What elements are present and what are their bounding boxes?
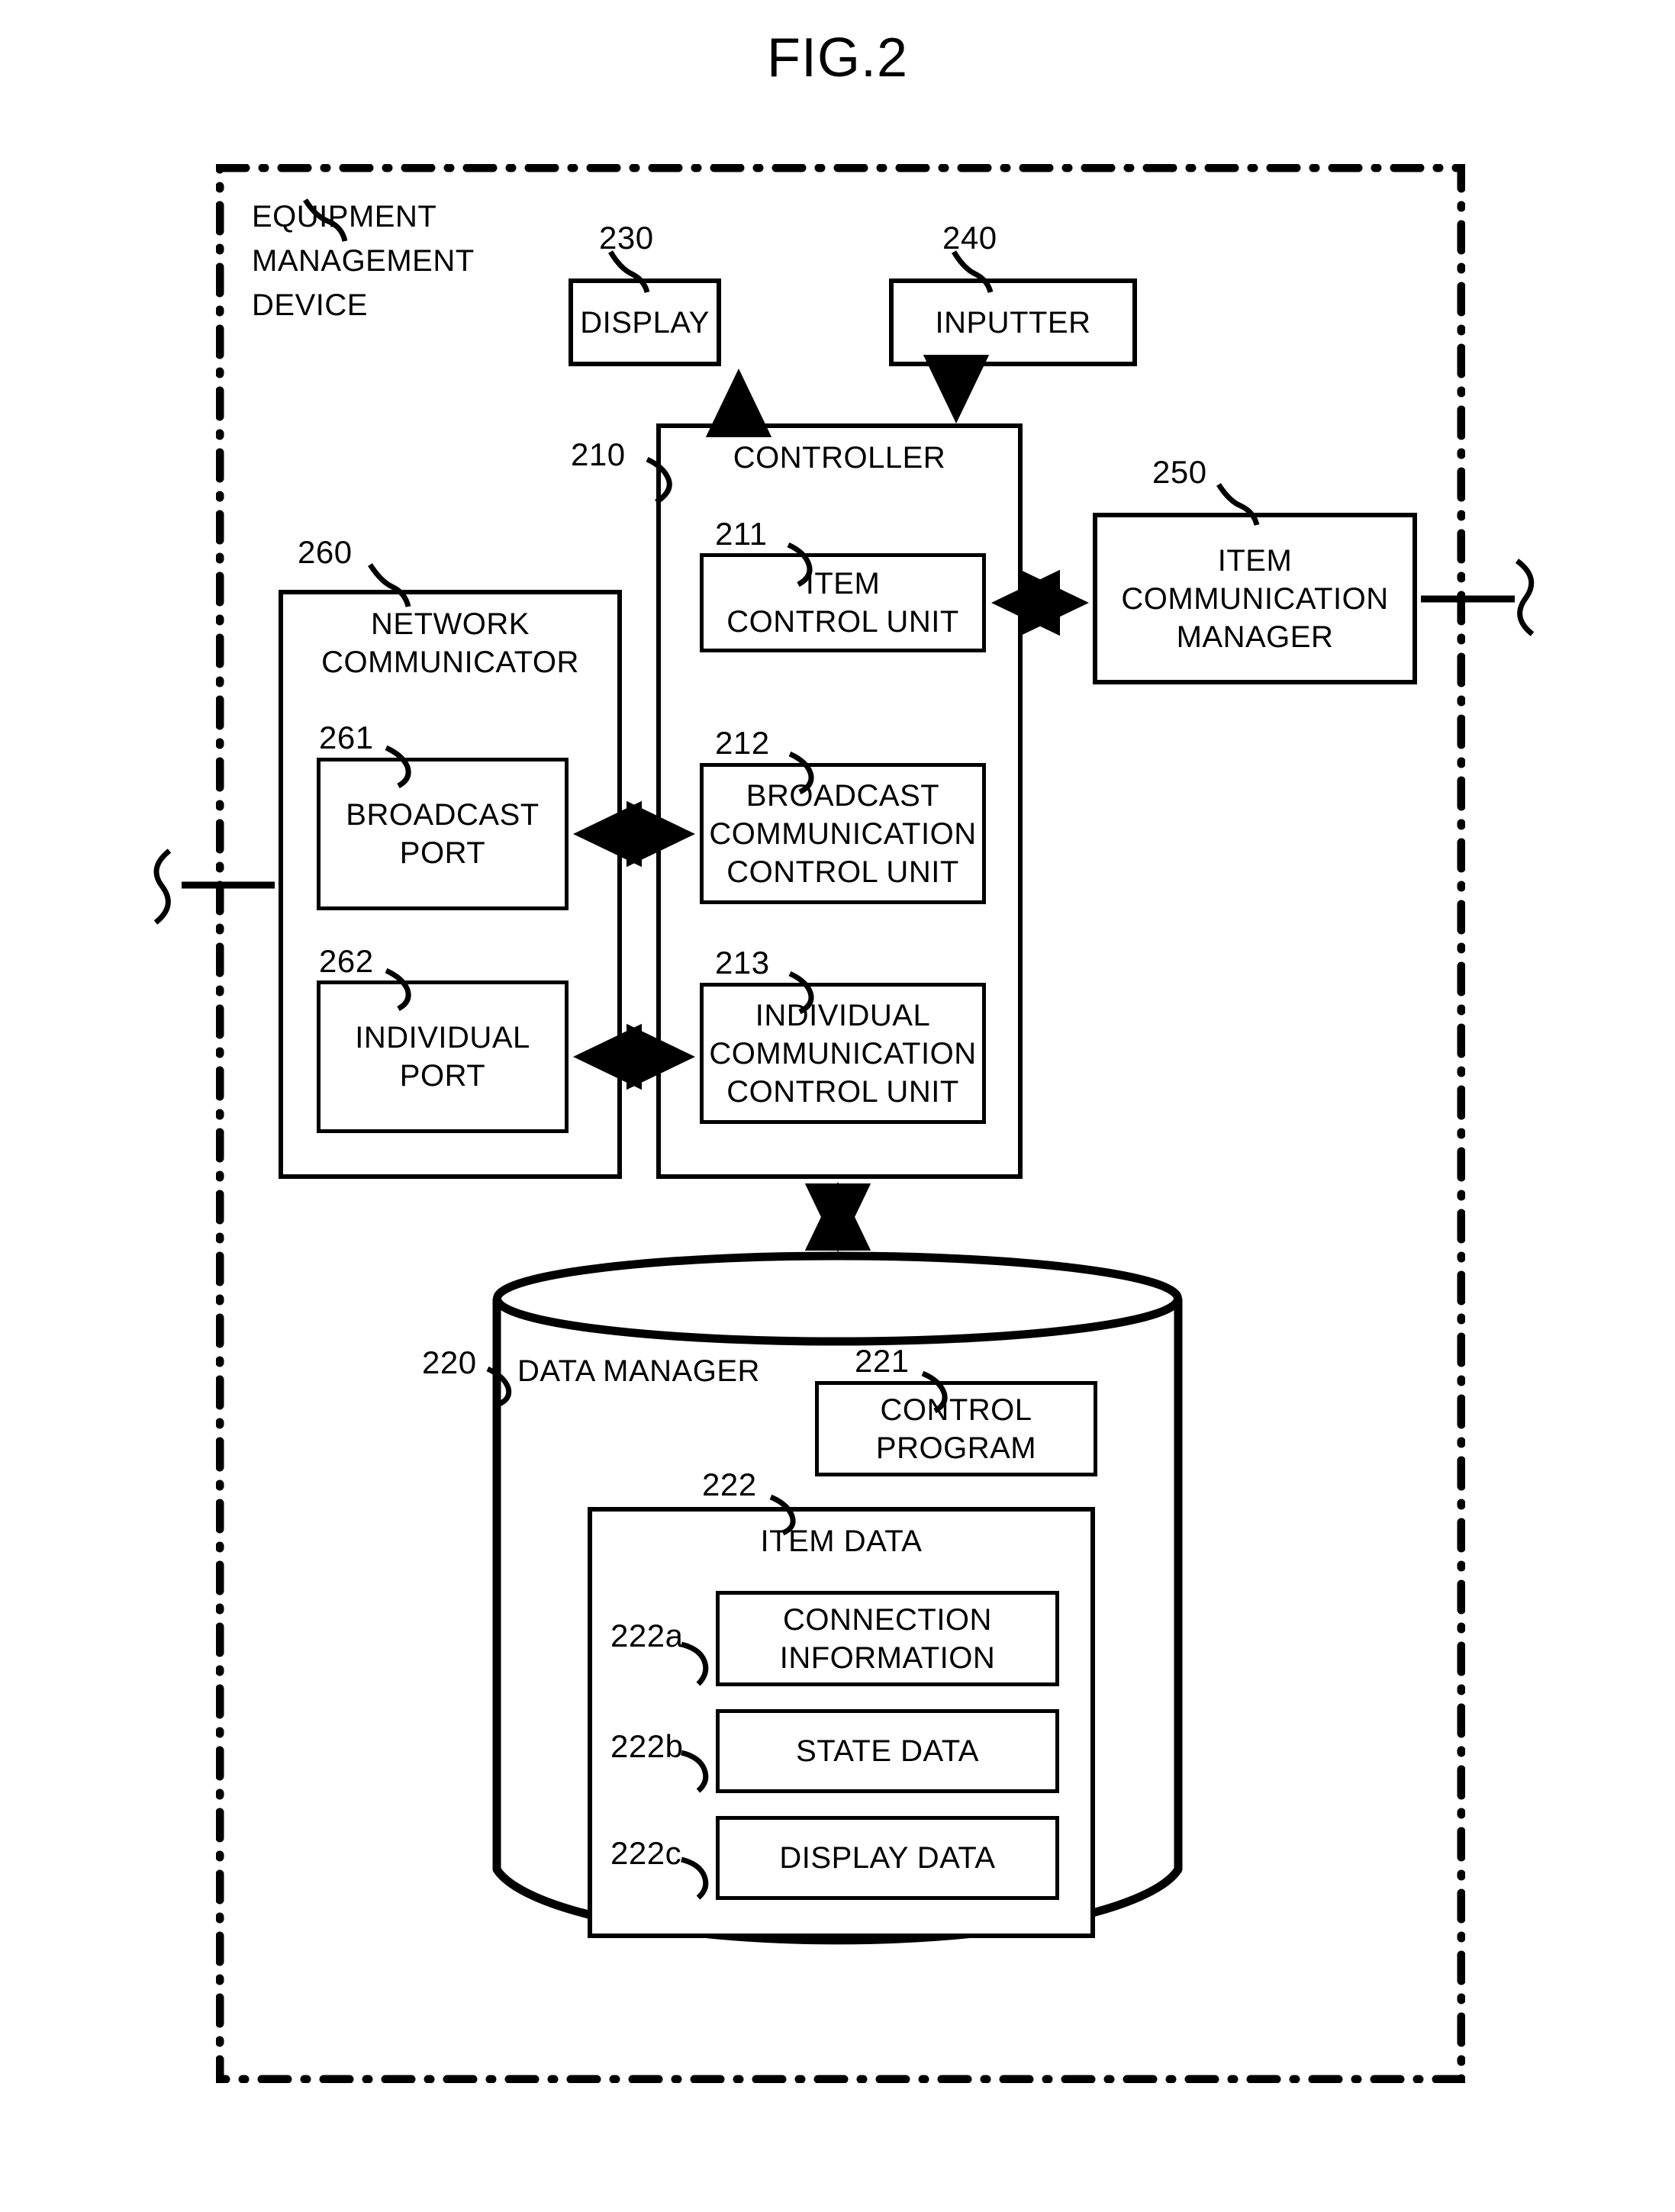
break-symbol-left <box>153 848 172 925</box>
ref-260: 260 <box>298 534 353 570</box>
ref-222: 222 <box>702 1467 757 1502</box>
individual-communication-control-unit-block: INDIVIDUAL COMMUNICATION CONTROL UNIT <box>700 983 986 1124</box>
display-data-block: DISPLAY DATA <box>716 1816 1059 1900</box>
ref-220: 220 <box>422 1344 477 1380</box>
item-control-unit-block: ITEM CONTROL UNIT <box>700 553 986 652</box>
broadcast-port-block: BROADCAST PORT <box>317 758 569 910</box>
data-manager-label: DATA MANAGER <box>517 1354 760 1388</box>
connection-information-label: CONNECTION INFORMATION <box>779 1602 996 1675</box>
control-program-block: CONTROL PROGRAM <box>815 1381 1097 1476</box>
ref-230: 230 <box>599 220 654 256</box>
display-block: DISPLAY <box>569 279 721 366</box>
individual-port-label: INDIVIDUAL PORT <box>355 1021 530 1093</box>
item-data-label: ITEM DATA <box>760 1525 923 1558</box>
item-communication-manager-block: ITEM COMMUNICATION MANAGER <box>1093 513 1417 684</box>
control-program-label: CONTROL PROGRAM <box>875 1393 1037 1465</box>
connection-information-block: CONNECTION INFORMATION <box>716 1591 1059 1686</box>
individual-communication-control-unit-label: INDIVIDUAL COMMUNICATION CONTROL UNIT <box>709 998 977 1109</box>
item-control-unit-label: ITEM CONTROL UNIT <box>726 567 959 639</box>
ref-262: 262 <box>319 943 374 979</box>
ref-210: 210 <box>571 436 626 472</box>
network-communicator-label: NETWORK COMMUNICATOR <box>321 607 579 679</box>
state-data-label: STATE DATA <box>796 1734 979 1768</box>
inputter-block: INPUTTER <box>889 279 1137 366</box>
controller-block-label: CONTROLLER <box>733 441 946 475</box>
ref-221: 221 <box>855 1343 910 1379</box>
ref-240: 240 <box>942 220 997 256</box>
break-symbol-right <box>1515 559 1535 636</box>
display-data-label: DISPLAY DATA <box>779 1841 996 1875</box>
individual-port-block: INDIVIDUAL PORT <box>317 980 569 1133</box>
ref-222c: 222c <box>610 1835 682 1871</box>
equipment-management-device-label: EQUIPMENT MANAGEMENT DEVICE <box>252 200 475 322</box>
state-data-block: STATE DATA <box>716 1709 1059 1793</box>
ref-212: 212 <box>715 725 770 761</box>
item-communication-manager-label: ITEM COMMUNICATION MANAGER <box>1121 543 1389 654</box>
broadcast-communication-control-unit-label: BROADCAST COMMUNICATION CONTROL UNIT <box>709 778 977 889</box>
inputter-block-label: INPUTTER <box>935 305 1091 340</box>
ref-213: 213 <box>715 945 770 980</box>
ref-222a: 222a <box>610 1618 684 1653</box>
figure-canvas: FIG.2 EQUIPMENT MANAGEMENT DEVICE DISPLA… <box>0 0 1675 2212</box>
broadcast-port-label: BROADCAST PORT <box>346 798 540 870</box>
ref-250: 250 <box>1152 454 1207 490</box>
broadcast-communication-control-unit-block: BROADCAST COMMUNICATION CONTROL UNIT <box>700 763 986 904</box>
ref-211: 211 <box>715 516 768 552</box>
figure-title: FIG.2 <box>766 27 909 89</box>
ref-261: 261 <box>319 720 374 755</box>
display-block-label: DISPLAY <box>580 305 710 340</box>
ref-222b: 222b <box>610 1728 684 1764</box>
